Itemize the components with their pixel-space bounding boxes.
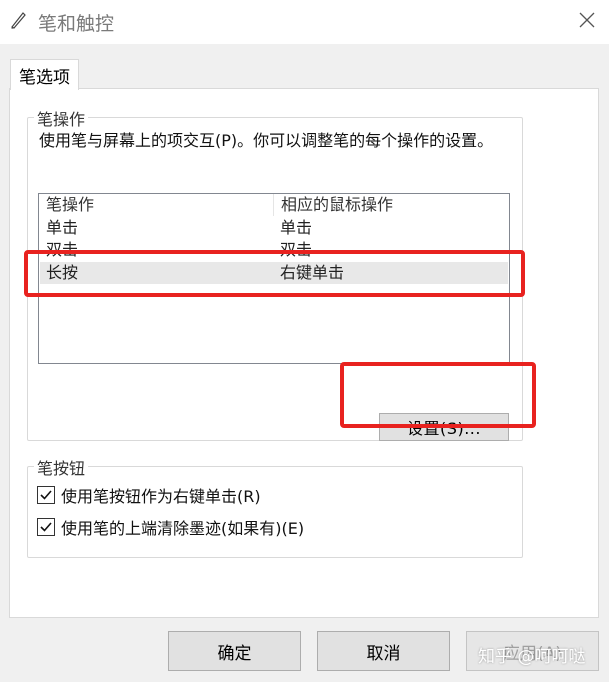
list-item-mouse-action: 单击 <box>280 218 313 237</box>
erase-ink-checkbox[interactable] <box>37 518 55 536</box>
settings-button[interactable]: 设置(S)... <box>379 413 509 441</box>
pen-buttons-group: 笔按钮 使用笔按钮作为右键单击(R) 使用笔的上端清除墨迹(如果有)(E) <box>27 455 523 558</box>
cancel-button[interactable]: 取消 <box>317 631 450 671</box>
pen-operations-description: 使用笔与屏幕上的项交互(P)。你可以调整笔的每个操作的设置。 <box>39 131 494 150</box>
list-header: 笔操作 相应的鼠标操作 <box>39 194 509 216</box>
right-click-checkbox[interactable] <box>37 486 55 504</box>
window-title: 笔和触控 <box>38 13 115 35</box>
close-button[interactable] <box>572 8 602 36</box>
checkmark-icon <box>40 490 52 500</box>
column-header-pen-action[interactable]: 笔操作 <box>39 194 273 216</box>
column-header-mouse-action[interactable]: 相应的鼠标操作 <box>273 194 509 216</box>
list-item[interactable]: 双击 双击 <box>40 239 508 261</box>
pen-operations-group-title: 笔操作 <box>34 106 89 130</box>
pen-buttons-group-title: 笔按钮 <box>34 455 89 479</box>
watermark-text: 知乎 @呵呵哒 <box>478 647 586 667</box>
right-click-option[interactable]: 使用笔按钮作为右键单击(R) <box>37 482 261 508</box>
title-bar: 笔和触控 <box>0 0 609 44</box>
list-item-action: 双击 <box>46 240 79 259</box>
list-item-action: 单击 <box>46 218 79 237</box>
pen-icon <box>8 9 30 31</box>
pen-operations-list[interactable]: 笔操作 相应的鼠标操作 单击 单击 双击 双击 长按 右键单击 <box>38 193 510 364</box>
ok-button[interactable]: 确定 <box>168 631 301 671</box>
pen-operations-group: 笔操作 使用笔与屏幕上的项交互(P)。你可以调整笔的每个操作的设置。 笔操作 相… <box>27 106 523 441</box>
list-item-selected[interactable]: 长按 右键单击 <box>40 262 508 284</box>
tab-panel: 笔操作 使用笔与屏幕上的项交互(P)。你可以调整笔的每个操作的设置。 笔操作 相… <box>9 88 599 618</box>
checkmark-icon <box>40 522 52 532</box>
list-item-mouse-action: 右键单击 <box>280 263 345 282</box>
tab-pen-options[interactable]: 笔选项 <box>10 59 79 90</box>
list-item[interactable]: 单击 单击 <box>40 217 508 239</box>
erase-ink-label: 使用笔的上端清除墨迹(如果有)(E) <box>61 519 305 538</box>
close-icon <box>578 11 596 33</box>
list-item-action: 长按 <box>46 263 79 282</box>
right-click-label: 使用笔按钮作为右键单击(R) <box>61 487 261 506</box>
list-item-mouse-action: 双击 <box>280 240 313 259</box>
erase-ink-option[interactable]: 使用笔的上端清除墨迹(如果有)(E) <box>37 514 304 540</box>
